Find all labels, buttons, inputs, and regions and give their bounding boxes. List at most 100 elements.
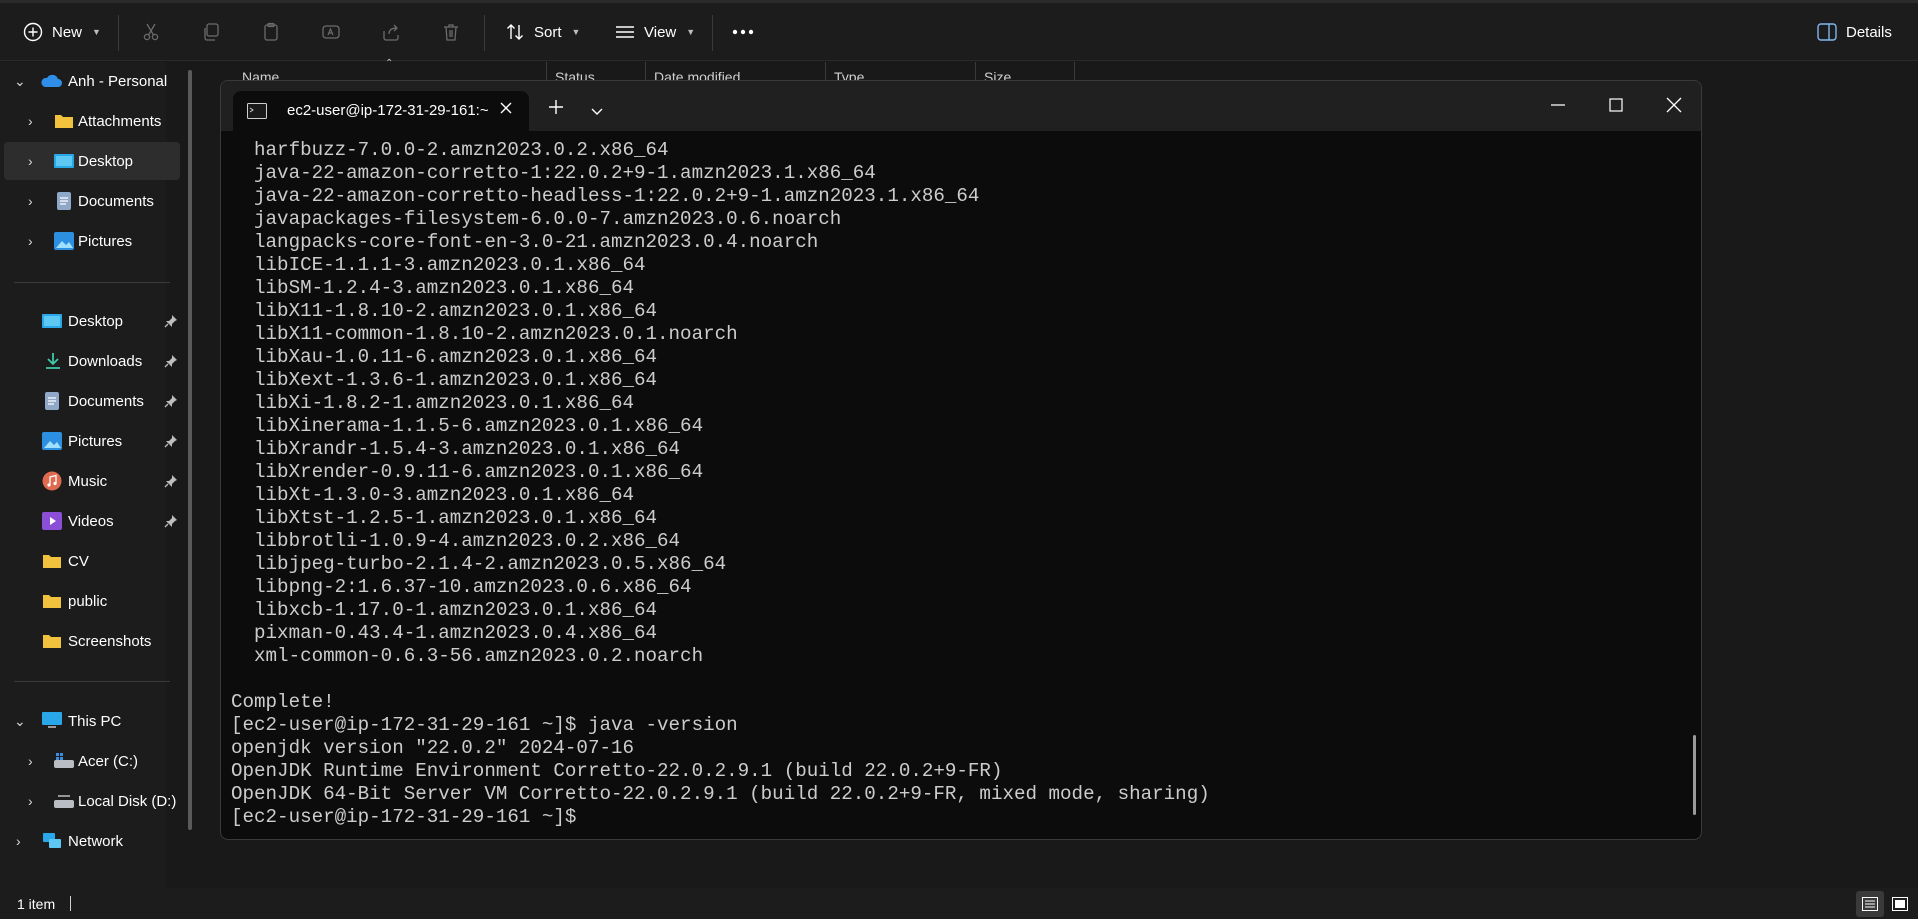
terminal-line: libXrandr-1.5.4-3.amzn2023.0.1.x86_64 xyxy=(231,438,681,460)
sidebar-item-label: Anh - Personal xyxy=(68,72,168,90)
chevron-down-icon: ⌄ xyxy=(14,713,26,729)
terminal-line: [ec2-user@ip-172-31-29-161 ~]$ java -ver… xyxy=(231,714,738,736)
pin-icon[interactable] xyxy=(164,394,178,408)
close-tab-icon[interactable] xyxy=(499,101,513,119)
view-label: View xyxy=(644,23,677,41)
pin-icon[interactable] xyxy=(164,474,178,488)
maximize-icon xyxy=(1609,98,1623,112)
sidebar-item-label: Desktop xyxy=(68,312,124,330)
new-button[interactable]: New ▼ xyxy=(22,3,101,61)
folder-icon xyxy=(42,593,62,611)
sidebar-item-this-pc[interactable]: ⌄ This PC xyxy=(4,702,180,740)
chevron-right-icon: › xyxy=(16,833,21,849)
details-view-button[interactable] xyxy=(1856,891,1884,917)
chevron-down-icon: ▼ xyxy=(686,27,696,37)
close-window-button[interactable] xyxy=(1645,81,1701,129)
quick-access-documents[interactable]: Documents xyxy=(4,382,180,420)
desktop-icon xyxy=(54,153,74,171)
new-tab-icon[interactable] xyxy=(548,99,564,119)
terminal-line: libXau-1.0.11-6.amzn2023.0.1.x86_64 xyxy=(231,346,658,368)
quick-access-public[interactable]: public xyxy=(4,582,180,620)
sidebar-divider xyxy=(14,681,170,682)
copy-button[interactable] xyxy=(200,3,222,61)
large-icons-view-button[interactable] xyxy=(1886,891,1914,917)
minimize-button[interactable] xyxy=(1529,81,1587,129)
minimize-icon xyxy=(1551,104,1565,106)
terminal-line: libbrotli-1.0.9-4.amzn2023.0.2.x86_64 xyxy=(231,530,681,552)
copy-icon xyxy=(200,21,222,43)
paste-button[interactable] xyxy=(260,3,282,61)
sort-button[interactable]: Sort ▼ xyxy=(504,3,580,61)
terminal-line: libxcb-1.17.0-1.amzn2023.0.1.x86_64 xyxy=(231,599,658,621)
quick-access-downloads[interactable]: Downloads xyxy=(4,342,180,380)
quick-access-pictures[interactable]: Pictures xyxy=(4,422,180,460)
documents-icon xyxy=(44,392,64,410)
terminal-line: Complete! xyxy=(231,691,335,713)
share-button[interactable] xyxy=(380,3,402,61)
sidebar-item-network[interactable]: › Network xyxy=(4,822,180,860)
plus-circle-icon xyxy=(22,21,44,43)
more-options-button[interactable] xyxy=(732,3,754,61)
rename-icon xyxy=(320,21,342,43)
sidebar-item-label: CV xyxy=(68,552,89,570)
quick-access-screenshots[interactable]: Screenshots xyxy=(4,622,180,660)
terminal-line: libXtst-1.2.5-1.amzn2023.0.1.x86_64 xyxy=(231,507,658,529)
delete-button[interactable] xyxy=(440,3,462,61)
terminal-tab[interactable]: ec2-user@ip-172-31-29-161:~ xyxy=(233,91,529,131)
terminal-line: javapackages-filesystem-6.0.0-7.amzn2023… xyxy=(231,208,842,230)
quick-access-cv[interactable]: CV xyxy=(4,542,180,580)
details-view-icon xyxy=(1862,897,1878,911)
sidebar-divider xyxy=(14,282,170,283)
terminal-line: pixman-0.43.4-1.amzn2023.0.4.x86_64 xyxy=(231,622,658,644)
pin-icon[interactable] xyxy=(164,314,178,328)
pictures-icon xyxy=(54,232,74,250)
sidebar-item-label: Music xyxy=(68,472,108,490)
sidebar-item-onedrive[interactable]: ⌄ Anh - Personal xyxy=(4,62,180,100)
sidebar-item-desktop[interactable]: › Desktop xyxy=(4,142,180,180)
videos-icon xyxy=(42,512,62,530)
chevron-right-icon: › xyxy=(28,793,33,809)
item-count: 1 item xyxy=(17,896,56,912)
new-label: New xyxy=(52,23,83,41)
terminal-line: libX11-1.8.10-2.amzn2023.0.1.x86_64 xyxy=(231,300,658,322)
close-icon xyxy=(1666,97,1682,113)
toolbar-divider xyxy=(118,15,119,51)
terminal-line: libXext-1.3.6-1.amzn2023.0.1.x86_64 xyxy=(231,369,658,391)
cut-button[interactable] xyxy=(140,3,162,61)
sidebar-item-attachments[interactable]: › Attachments xyxy=(4,102,180,140)
sidebar-item-pictures[interactable]: › Pictures xyxy=(4,222,180,260)
sidebar-item-label: Documents xyxy=(68,392,144,410)
maximize-button[interactable] xyxy=(1587,81,1645,129)
sidebar-scrollbar[interactable] xyxy=(188,70,192,830)
terminal-line: xml-common-0.6.3-56.amzn2023.0.2.noarch xyxy=(231,645,704,667)
quick-access-videos[interactable]: Videos xyxy=(4,502,180,540)
pin-icon[interactable] xyxy=(164,354,178,368)
quick-access-desktop[interactable]: Desktop xyxy=(4,302,180,340)
sidebar-item-drive-c[interactable]: › Acer (C:) xyxy=(4,742,180,780)
sidebar-item-label: Acer (C:) xyxy=(78,752,138,770)
details-button[interactable]: Details xyxy=(1816,3,1892,61)
quick-access-music[interactable]: Music xyxy=(4,462,180,500)
chevron-down-icon: ⌄ xyxy=(14,73,26,89)
sidebar-item-drive-d[interactable]: › Local Disk (D:) xyxy=(4,782,180,820)
sidebar-item-documents[interactable]: › Documents xyxy=(4,182,180,220)
pin-icon[interactable] xyxy=(164,514,178,528)
terminal-output[interactable]: harfbuzz-7.0.0-2.amzn2023.0.2.x86_64 jav… xyxy=(231,139,1671,829)
view-button[interactable]: View ▼ xyxy=(614,3,695,61)
onedrive-cloud-icon xyxy=(40,74,62,92)
chevron-down-icon: ▼ xyxy=(92,27,101,37)
terminal-line: java-22-amazon-corretto-headless-1:22.0.… xyxy=(231,185,980,207)
terminal-icon xyxy=(247,102,267,124)
rename-button[interactable] xyxy=(320,3,342,61)
terminal-tab-title: ec2-user@ip-172-31-29-161:~ xyxy=(287,102,489,119)
terminal-line: libpng-2:1.6.37-10.amzn2023.0.6.x86_64 xyxy=(231,576,692,598)
network-icon xyxy=(42,832,62,850)
tab-dropdown-icon[interactable] xyxy=(591,103,603,120)
folder-icon xyxy=(54,113,74,131)
terminal-line: OpenJDK Runtime Environment Corretto-22.… xyxy=(231,760,1003,782)
chevron-down-icon: ▼ xyxy=(571,27,581,37)
sort-label: Sort xyxy=(534,23,562,41)
terminal-scrollbar[interactable] xyxy=(1693,735,1696,815)
pin-icon[interactable] xyxy=(164,434,178,448)
